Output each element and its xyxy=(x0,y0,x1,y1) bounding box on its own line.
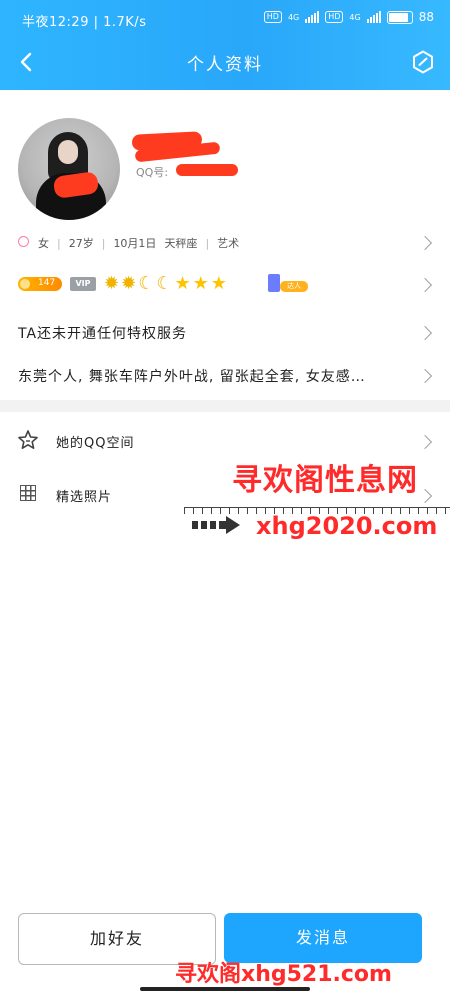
battery-icon xyxy=(386,10,413,24)
signal-icon xyxy=(305,11,320,23)
chevron-right-icon xyxy=(417,325,433,341)
settings-hexagon-icon[interactable] xyxy=(410,49,436,75)
basic-info-row[interactable]: 女 | 27岁 | 10月1日 天秤座 | 艺术 xyxy=(0,231,450,255)
star-icon: ★ xyxy=(174,273,191,294)
level-row[interactable]: 147 VIP ✹ ✹ ☾ ☾ ★ ★ ★ 达人 xyxy=(0,272,450,298)
status-bar: 半夜12:29 | 1.7K/s HD 4G HD 4G 88 xyxy=(0,0,450,40)
female-icon xyxy=(18,236,29,247)
sun-icon: ✹ xyxy=(104,273,120,294)
signature-row[interactable]: 东莞个人, 舞张车阵户外叶战, 留张起全套, 女友感… xyxy=(0,363,450,389)
battery-level: 88 xyxy=(418,10,434,24)
qq-number-label: QQ号: xyxy=(136,166,169,179)
hd-badge-icon: HD xyxy=(263,11,282,23)
vip-badge: VIP xyxy=(70,277,96,291)
status-icons: HD 4G HD 4G 88 xyxy=(263,10,434,24)
moon-icon: ☾ xyxy=(156,273,173,294)
star-icon: ★ xyxy=(192,273,209,294)
home-indicator[interactable] xyxy=(140,987,310,991)
title-bar: 个人资料 xyxy=(0,40,450,84)
arrow-right-icon xyxy=(192,516,242,534)
nameplate-tag: 达人 xyxy=(280,281,308,292)
chevron-right-icon xyxy=(417,368,433,384)
signal-icon-2 xyxy=(366,11,381,23)
star-outline-icon xyxy=(18,430,38,450)
qq-space-label: 她的QQ空间 xyxy=(56,436,135,451)
hd-badge-icon: HD xyxy=(325,11,344,23)
crown-icon xyxy=(20,279,30,289)
level-value: 147 xyxy=(38,278,56,288)
privilege-row[interactable]: TA还未开通任何特权服务 xyxy=(0,320,450,346)
section-divider xyxy=(0,400,450,412)
profile-card: QQ号: xyxy=(0,90,450,220)
chevron-right-icon xyxy=(417,277,433,293)
status-time-speed: 半夜12:29 | 1.7K/s xyxy=(22,15,147,30)
level-badge: 147 xyxy=(18,277,62,291)
watermark-footer: 寻欢阁xhg521.com xyxy=(175,962,392,987)
star-icon: ★ xyxy=(210,273,227,294)
header-bar: 半夜12:29 | 1.7K/s HD 4G HD 4G 88 个人资料 xyxy=(0,0,450,90)
chevron-right-icon xyxy=(417,488,433,504)
watermark-site-url: xhg2020.com xyxy=(256,512,438,540)
chevron-right-icon xyxy=(417,235,433,251)
chevron-right-icon xyxy=(417,434,433,450)
qq-space-item[interactable]: 她的QQ空间 xyxy=(0,426,450,456)
signature-text: 东莞个人, 舞张车阵户外叶战, 留张起全套, 女友感… xyxy=(18,369,366,385)
network-type: 4G xyxy=(287,12,300,22)
level-icons: ✹ ✹ ☾ ☾ ★ ★ ★ xyxy=(104,274,227,294)
age-text: 27岁 xyxy=(68,237,94,250)
avatar[interactable] xyxy=(18,118,120,220)
privilege-text: TA还未开通任何特权服务 xyxy=(18,326,188,342)
watermark-site-name: 寻欢阁性息网 xyxy=(232,463,418,498)
birthday-text: 10月1日 xyxy=(113,237,157,250)
sun-icon: ✹ xyxy=(121,273,137,294)
job-text: 艺术 xyxy=(217,237,240,250)
nameplate-icon: 达人 xyxy=(266,274,308,294)
zodiac-text: 天秤座 xyxy=(164,237,198,250)
page-title: 个人资料 xyxy=(187,55,263,75)
moon-icon: ☾ xyxy=(138,273,155,294)
qq-number-redaction xyxy=(176,164,238,176)
grid-icon xyxy=(20,485,36,501)
network-type-2: 4G xyxy=(349,12,361,22)
gender-text: 女 xyxy=(38,237,49,250)
featured-photos-label: 精选照片 xyxy=(56,490,113,505)
